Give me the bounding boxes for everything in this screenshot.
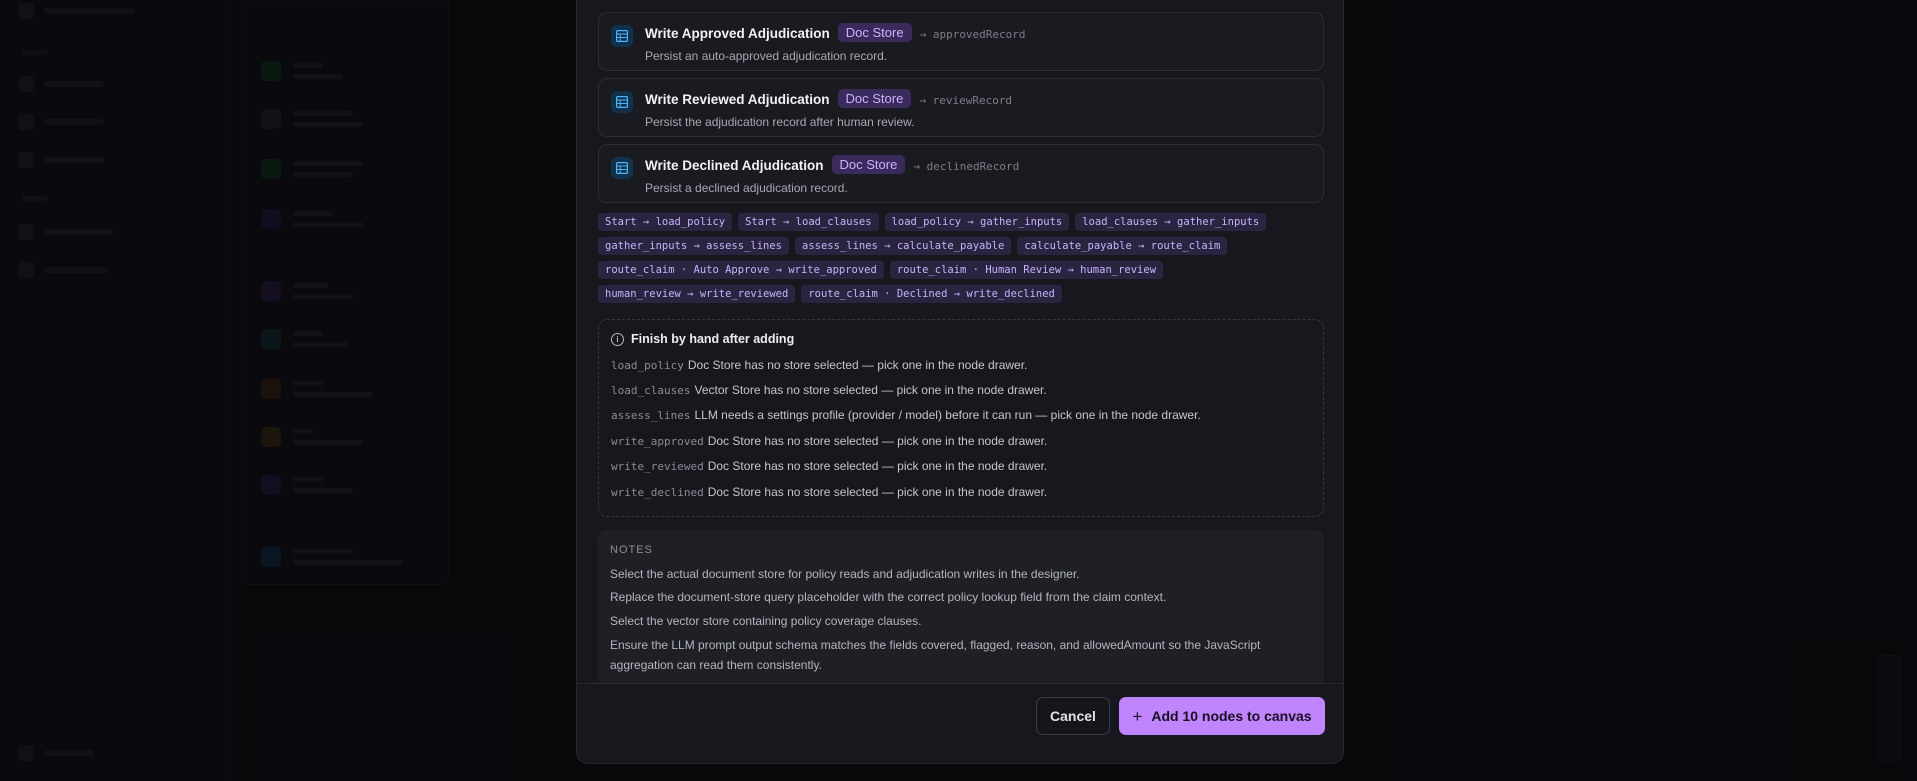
- todo-item: load_policy Doc Store has no store select…: [611, 358, 1027, 372]
- todo-text: Doc Store has no store selected — pick o…: [707, 434, 1048, 448]
- edge-list: Start → load_policy Start → load_clauses…: [598, 213, 1324, 309]
- edge-chip: route_claim · Auto Approve → write_appro…: [598, 261, 884, 279]
- edge-row: human_review → write_reviewed route_clai…: [598, 285, 1324, 303]
- dialog-body: Write Approved Adjudication Doc Store → ap…: [577, 0, 1343, 686]
- note-item: Replace the document-store query placeho…: [610, 590, 1167, 604]
- step-badge: Doc Store: [831, 155, 906, 174]
- todo-item: write_declined Doc Store has no store sel…: [611, 485, 1047, 499]
- todo-node: load_policy: [611, 359, 684, 372]
- step-title-text: Write Declined Adjudication: [645, 158, 824, 173]
- edge-chip: route_claim · Declined → write_declined: [801, 285, 1062, 303]
- plus-icon: +: [1132, 706, 1143, 726]
- todo-node: write_declined: [611, 486, 704, 499]
- edge-chip: calculate_payable → route_claim: [1017, 237, 1228, 255]
- edge-row: Start → load_policy Start → load_clauses…: [598, 213, 1324, 231]
- todo-item: load_clauses Vector Store has no store se…: [611, 383, 1047, 397]
- edge-chip: Start → load_policy: [598, 213, 733, 231]
- todo-text: Doc Store has no store selected — pick o…: [687, 358, 1028, 372]
- add-nodes-dialog: Write Approved Adjudication Doc Store → ap…: [576, 0, 1344, 764]
- cancel-button[interactable]: Cancel: [1036, 697, 1110, 735]
- manual-todo-panel: i Finish by hand after adding load_polic…: [598, 319, 1324, 517]
- add-nodes-label: Add 10 nodes to canvas: [1151, 708, 1312, 724]
- step-card-write-reviewed: Write Reviewed Adjudication Doc Store → re…: [598, 78, 1324, 137]
- step-description: Persist an auto-approved adjudication re…: [645, 49, 888, 63]
- edge-chip: route_claim · Human Review → human_revie…: [889, 261, 1164, 279]
- table-icon: [611, 25, 633, 47]
- edge-chip: human_review → write_reviewed: [598, 285, 796, 303]
- todo-node: load_clauses: [611, 384, 691, 397]
- todo-item: write_reviewed Doc Store has no store sel…: [611, 459, 1047, 473]
- dialog-footer: Cancel + Add 10 nodes to canvas: [577, 683, 1343, 763]
- step-output: → declinedRecord: [913, 160, 1020, 173]
- edge-chip: gather_inputs → assess_lines: [598, 237, 790, 255]
- step-card-write-approved: Write Approved Adjudication Doc Store → ap…: [598, 12, 1324, 71]
- step-title-text: Write Reviewed Adjudication: [645, 92, 830, 107]
- step-output: → approvedRecord: [919, 28, 1026, 41]
- todo-text: Vector Store has no store selected — pic…: [694, 383, 1047, 397]
- notes-panel: NOTES Select the actual document store f…: [598, 530, 1324, 686]
- edge-chip: load_policy → gather_inputs: [884, 213, 1070, 231]
- info-icon: i: [611, 332, 624, 346]
- todo-item: write_approved Doc Store has no store sel…: [611, 434, 1047, 448]
- todo-text: Doc Store has no store selected — pick o…: [707, 459, 1048, 473]
- edge-row: gather_inputs → assess_lines assess_line…: [598, 237, 1324, 255]
- add-nodes-button[interactable]: + Add 10 nodes to canvas: [1119, 697, 1325, 735]
- edge-chip: load_clauses → gather_inputs: [1075, 213, 1267, 231]
- step-title: Write Reviewed Adjudication Doc Store → re…: [645, 89, 1012, 108]
- step-output: → reviewRecord: [919, 94, 1013, 107]
- edge-chip: Start → load_clauses: [738, 213, 879, 231]
- step-badge: Doc Store: [837, 89, 912, 108]
- edge-chip: assess_lines → calculate_payable: [795, 237, 1012, 255]
- todo-title: Finish by hand after adding: [631, 332, 795, 346]
- todo-node: write_approved: [611, 435, 704, 448]
- step-badge: Doc Store: [837, 23, 912, 42]
- todo-node: assess_lines: [611, 409, 691, 422]
- step-description: Persist the adjudication record after hu…: [645, 115, 915, 129]
- note-item: Select the actual document store for pol…: [610, 567, 1080, 581]
- step-description: Persist a declined adjudication record.: [645, 181, 848, 195]
- note-item: Select the vector store containing polic…: [610, 614, 922, 628]
- todo-heading: i Finish by hand after adding: [611, 332, 794, 346]
- todo-item: assess_lines LLM needs a settings profile…: [611, 408, 1201, 422]
- todo-text: LLM needs a settings profile (provider /…: [694, 408, 1201, 422]
- todo-node: write_reviewed: [611, 460, 704, 473]
- note-item: Ensure the LLM prompt output schema matc…: [610, 638, 1261, 672]
- table-icon: [611, 91, 633, 113]
- step-title: Write Approved Adjudication Doc Store → ap…: [645, 23, 1026, 42]
- step-title: Write Declined Adjudication Doc Store → de…: [645, 155, 1019, 174]
- table-icon: [611, 157, 633, 179]
- notes-heading: NOTES: [610, 544, 653, 556]
- edge-row: route_claim · Auto Approve → write_appro…: [598, 261, 1324, 279]
- step-title-text: Write Approved Adjudication: [645, 26, 830, 41]
- todo-text: Doc Store has no store selected — pick o…: [707, 485, 1048, 499]
- step-card-write-declined: Write Declined Adjudication Doc Store → de…: [598, 144, 1324, 203]
